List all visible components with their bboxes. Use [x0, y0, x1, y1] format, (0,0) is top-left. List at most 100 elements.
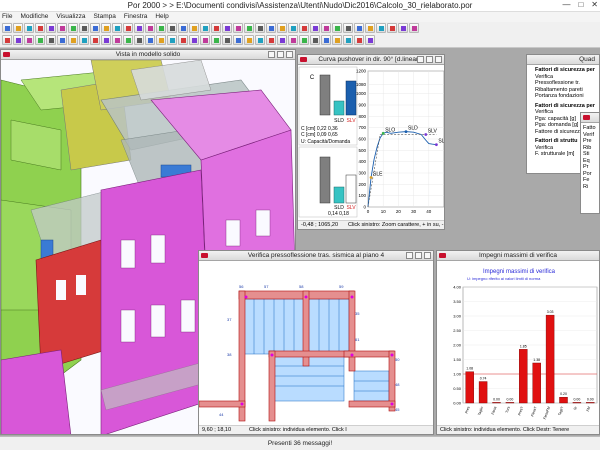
- menu-stampa[interactable]: Stampa: [93, 12, 115, 22]
- toolbar-button[interactable]: [57, 35, 67, 45]
- toolbar-button[interactable]: [266, 23, 276, 33]
- toolbar-button[interactable]: [409, 23, 419, 33]
- window-fatto[interactable]: Fatto Verif Pre Rib Sti Eq Pr Por Fe Ri: [580, 112, 600, 214]
- toolbar-button[interactable]: [299, 35, 309, 45]
- toolbar-button[interactable]: [277, 23, 287, 33]
- toolbar-button[interactable]: [178, 23, 188, 33]
- maximize-button[interactable]: □: [578, 0, 583, 9]
- toolbar-button[interactable]: [2, 35, 12, 45]
- toolbar-button[interactable]: [189, 35, 199, 45]
- bar[interactable]: [465, 371, 474, 404]
- menu-visualizza[interactable]: Visualizza: [56, 12, 85, 22]
- toolbar-button[interactable]: [211, 23, 221, 33]
- toolbar-button[interactable]: [13, 23, 23, 33]
- toolbar-button[interactable]: [387, 23, 397, 33]
- toolbar-button[interactable]: [233, 35, 243, 45]
- toolbar-button[interactable]: [101, 35, 111, 45]
- toolbar-button[interactable]: [233, 23, 243, 33]
- toolbar-button[interactable]: [46, 35, 56, 45]
- toolbar-button[interactable]: [211, 35, 221, 45]
- toolbar-button[interactable]: [112, 23, 122, 33]
- toolbar-button[interactable]: [156, 23, 166, 33]
- window-verifica[interactable]: Verifica pressoflessione tras. sismica a…: [198, 250, 434, 435]
- toolbar-button[interactable]: [354, 23, 364, 33]
- toolbar-button[interactable]: [376, 23, 386, 33]
- maximize-icon[interactable]: [426, 56, 433, 63]
- toolbar-button[interactable]: [321, 23, 331, 33]
- toolbar-button[interactable]: [134, 35, 144, 45]
- minimize-icon[interactable]: [406, 252, 413, 259]
- maximize-icon[interactable]: [277, 51, 284, 58]
- toolbar-button[interactable]: [79, 23, 89, 33]
- toolbar-button[interactable]: [90, 35, 100, 45]
- toolbar-button[interactable]: [277, 35, 287, 45]
- window-impegni[interactable]: Impegni massimi di verifica Impegni mass…: [436, 250, 600, 435]
- toolbar-button[interactable]: [46, 23, 56, 33]
- toolbar-button[interactable]: [13, 35, 23, 45]
- toolbar-button[interactable]: [167, 23, 177, 33]
- toolbar-button[interactable]: [332, 35, 342, 45]
- menu-file[interactable]: File: [2, 12, 12, 22]
- toolbar-button[interactable]: [222, 23, 232, 33]
- minimize-icon[interactable]: [268, 51, 275, 58]
- close-icon[interactable]: [424, 252, 431, 259]
- toolbar-button[interactable]: [343, 23, 353, 33]
- toolbar-button[interactable]: [288, 35, 298, 45]
- toolbar-button[interactable]: [255, 35, 265, 45]
- toolbar-button[interactable]: [24, 35, 34, 45]
- toolbar-button[interactable]: [145, 23, 155, 33]
- menu-help[interactable]: Help: [155, 12, 168, 22]
- toolbar-button[interactable]: [310, 35, 320, 45]
- toolbar-button[interactable]: [244, 23, 254, 33]
- toolbar-button[interactable]: [57, 23, 67, 33]
- toolbar-button[interactable]: [299, 23, 309, 33]
- bar[interactable]: [559, 396, 568, 404]
- window-pushover[interactable]: Curva pushover in dir. 90° [d.lineare] C…: [297, 54, 445, 230]
- toolbar-button[interactable]: [343, 35, 353, 45]
- toolbar-button[interactable]: [266, 35, 276, 45]
- impegni-body[interactable]: Impegni massimi di verifica U: impegno r…: [437, 261, 599, 434]
- toolbar-button[interactable]: [123, 23, 133, 33]
- toolbar-button[interactable]: [35, 35, 45, 45]
- toolbar-button[interactable]: [145, 35, 155, 45]
- bar[interactable]: [572, 402, 582, 404]
- bar[interactable]: [586, 402, 595, 404]
- toolbar-button[interactable]: [255, 23, 265, 33]
- toolbar-button[interactable]: [101, 23, 111, 33]
- bar[interactable]: [519, 349, 528, 404]
- toolbar-button[interactable]: [200, 35, 210, 45]
- toolbar-button[interactable]: [244, 35, 254, 45]
- toolbar-button[interactable]: [24, 23, 34, 33]
- toolbar-button[interactable]: [123, 35, 133, 45]
- toolbar-button[interactable]: [2, 23, 12, 33]
- pushover-body[interactable]: C SLD SLV C [cm] 0,22 0,36 C [cm] 0,09 0…: [298, 65, 444, 229]
- bar[interactable]: [492, 402, 501, 404]
- toolbar-button[interactable]: [200, 23, 210, 33]
- toolbar-button[interactable]: [68, 35, 78, 45]
- close-icon[interactable]: [435, 56, 442, 63]
- toolbar-button[interactable]: [365, 23, 375, 33]
- close-icon[interactable]: [286, 51, 293, 58]
- toolbar-button[interactable]: [365, 35, 375, 45]
- bar[interactable]: [478, 381, 488, 404]
- toolbar-button[interactable]: [134, 23, 144, 33]
- toolbar-button[interactable]: [90, 23, 100, 33]
- menu-modifiche[interactable]: Modifiche: [20, 12, 48, 22]
- toolbar-button[interactable]: [156, 35, 166, 45]
- toolbar-button[interactable]: [112, 35, 122, 45]
- toolbar-button[interactable]: [321, 35, 331, 45]
- toolbar-button[interactable]: [288, 23, 298, 33]
- menu-finestra[interactable]: Finestra: [124, 12, 147, 22]
- bar[interactable]: [505, 402, 515, 404]
- close-button[interactable]: ✕: [591, 0, 598, 9]
- toolbar-button[interactable]: [178, 35, 188, 45]
- toolbar-button[interactable]: [79, 35, 89, 45]
- bar[interactable]: [545, 314, 555, 404]
- toolbar-button[interactable]: [35, 23, 45, 33]
- toolbar-button[interactable]: [222, 35, 232, 45]
- minimize-button[interactable]: —: [562, 0, 570, 9]
- toolbar-button[interactable]: [332, 23, 342, 33]
- toolbar-button[interactable]: [68, 23, 78, 33]
- minimize-icon[interactable]: [417, 56, 424, 63]
- toolbar-button[interactable]: [310, 23, 320, 33]
